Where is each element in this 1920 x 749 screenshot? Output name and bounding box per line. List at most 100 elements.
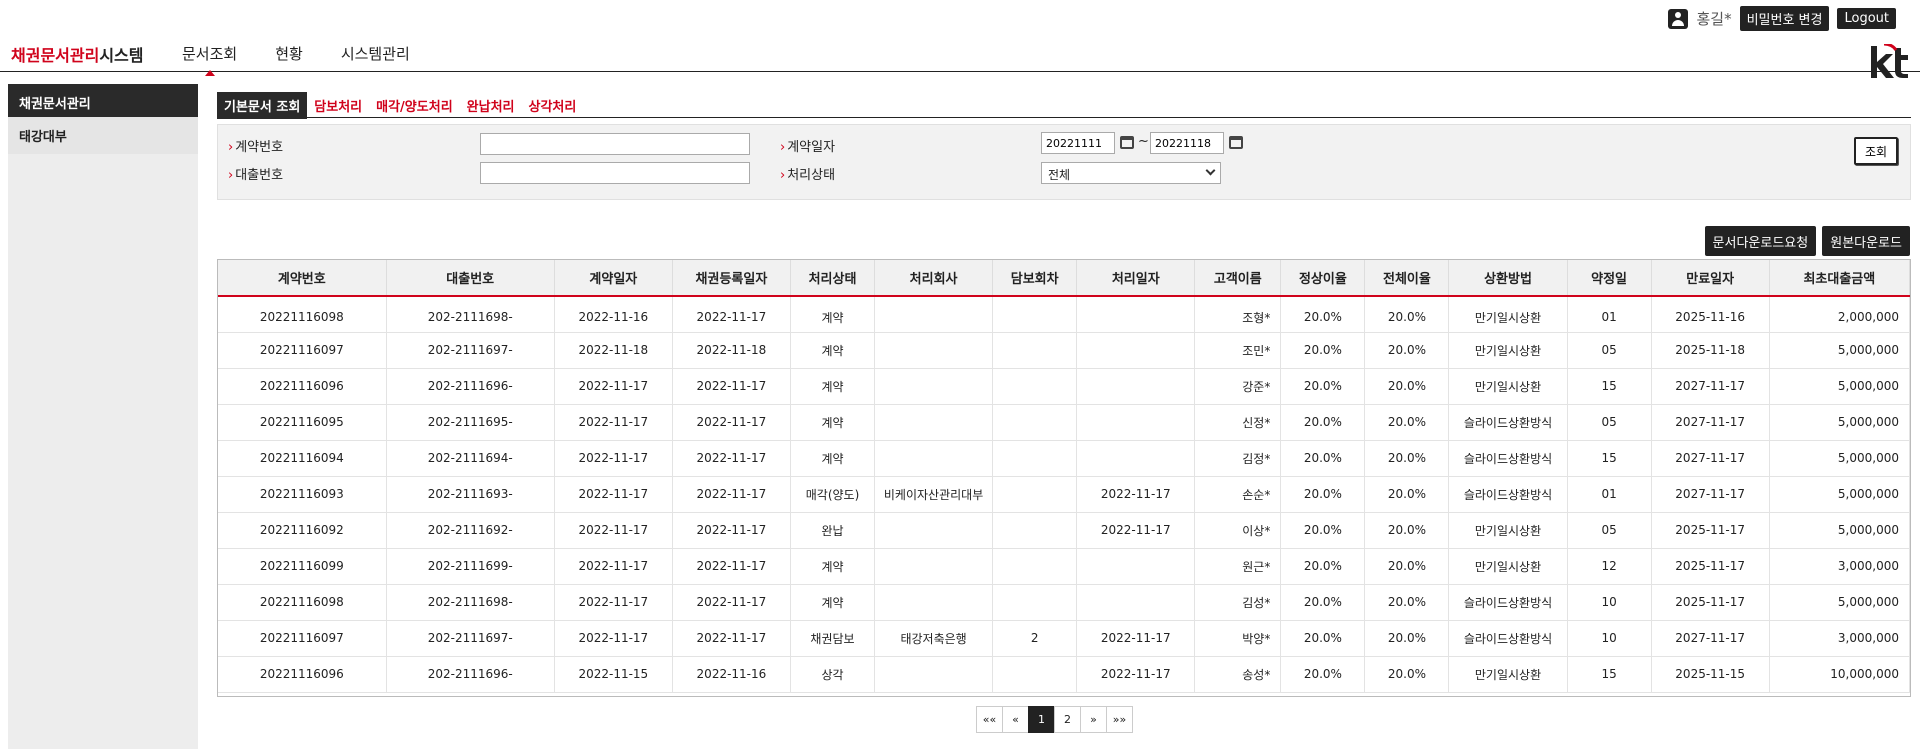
calendar-to-icon[interactable] (1229, 136, 1243, 149)
sidebar-title[interactable]: 채권문서관리 (8, 84, 198, 117)
search-button[interactable]: 조회 (1854, 137, 1898, 165)
col-expiry-date[interactable]: 만료일자 (1651, 260, 1770, 297)
table-row[interactable]: 20221116099 202-2111699- 2022-11-17 2022-11… (218, 548, 1910, 585)
tab-collateral[interactable]: 담보처리 (307, 92, 369, 119)
table-cell: 20.0% (1280, 656, 1366, 693)
table-cell (992, 296, 1078, 333)
table-cell: 계약 (790, 332, 876, 369)
page-next-button[interactable]: » (1080, 706, 1107, 733)
nav-status[interactable]: 현황 (275, 43, 303, 64)
loan-no-input[interactable] (480, 162, 750, 184)
tab-write-off[interactable]: 상각처리 (522, 92, 584, 119)
table-cell: 20221116096 (218, 656, 387, 693)
page-1-button[interactable]: 1 (1028, 706, 1055, 733)
table-cell: 강준* (1194, 368, 1282, 405)
table-cell: 20221116099 (218, 548, 387, 585)
table-row[interactable]: 20221116092 202-2111692- 2022-11-17 2022-11… (218, 512, 1910, 549)
status-select[interactable]: 전체 (1041, 162, 1221, 184)
calendar-from-icon[interactable] (1120, 136, 1134, 149)
search-panel: 계약번호 대출번호 계약일자 ~ 처리상태 전체 조회 (217, 124, 1911, 200)
col-register-date[interactable]: 채권등록일자 (672, 260, 791, 297)
col-collateral-round[interactable]: 담보회차 (992, 260, 1078, 297)
table-cell: 박양* (1194, 620, 1282, 657)
table-row[interactable]: 20221116096 202-2111696- 2022-11-17 2022-11… (218, 368, 1910, 405)
table-cell: 2022-11-17 (554, 548, 673, 585)
main-content: 기본문서 조회 담보처리 매각/양도처리 완납처리 상각처리 계약번호 대출번호… (210, 84, 1911, 749)
table-cell: 2022-11-17 (554, 620, 673, 657)
table-row[interactable]: 20221116095 202-2111695- 2022-11-17 2022-11… (218, 404, 1910, 441)
contract-date-label: 계약일자 (780, 136, 835, 155)
page-2-button[interactable]: 2 (1054, 706, 1081, 733)
table-cell: 2022-11-17 (1076, 476, 1196, 513)
table-row[interactable]: 20221116094 202-2111694- 2022-11-17 2022-11… (218, 440, 1910, 477)
table-cell: 20.0% (1364, 332, 1450, 369)
tab-full-payment[interactable]: 완납처리 (460, 92, 522, 119)
table-cell: 20.0% (1280, 440, 1366, 477)
table-cell: 5,000,000 (1769, 332, 1910, 369)
tab-sale-transfer[interactable]: 매각/양도처리 (369, 92, 460, 119)
table-cell: 계약 (790, 440, 876, 477)
date-to-input[interactable] (1150, 132, 1224, 154)
col-total-rate[interactable]: 전체이율 (1364, 260, 1450, 297)
system-logo[interactable]: 채권문서관리시스템 (11, 42, 144, 66)
table-row[interactable]: 20221116098 202-2111698- 2022-11-17 2022-11… (218, 584, 1910, 621)
page-prev-button[interactable]: « (1002, 706, 1029, 733)
table-cell: 20221116097 (218, 620, 387, 657)
table-row[interactable]: 20221116098 202-2111698- 2022-11-16 2022-11… (218, 296, 1910, 333)
col-initial-amount[interactable]: 최초대출금액 (1769, 260, 1910, 297)
col-contract-date[interactable]: 계약일자 (554, 260, 673, 297)
col-customer-name[interactable]: 고객이름 (1194, 260, 1282, 297)
table-cell: 손순* (1194, 476, 1282, 513)
col-company[interactable]: 처리회사 (874, 260, 994, 297)
table-cell: 5,000,000 (1769, 584, 1910, 621)
col-repayment[interactable]: 상환방법 (1448, 260, 1568, 297)
table-cell (992, 440, 1078, 477)
nav-system-admin[interactable]: 시스템관리 (341, 43, 410, 64)
date-from-input[interactable] (1041, 132, 1115, 154)
page-last-button[interactable]: »» (1106, 706, 1133, 733)
table-cell: 2022-11-17 (554, 476, 673, 513)
col-due-day[interactable]: 약정일 (1567, 260, 1652, 297)
date-range-tilde: ~ (1138, 134, 1149, 149)
logout-button[interactable]: Logout (1837, 8, 1896, 29)
col-status[interactable]: 처리상태 (790, 260, 876, 297)
table-row[interactable]: 20221116096 202-2111696- 2022-11-15 2022-11… (218, 656, 1910, 693)
table-cell: 슬라이드상환방식 (1448, 620, 1568, 657)
nav-document-search[interactable]: 문서조회 (182, 43, 237, 76)
user-bar: 홍길* 비밀번호 변경 Logout (1668, 6, 1896, 31)
table-cell: 2022-11-16 (672, 656, 791, 693)
table-cell: 20.0% (1280, 548, 1366, 585)
table-cell: 05 (1567, 332, 1652, 369)
contract-no-input[interactable] (480, 133, 750, 155)
table-cell: 2022-11-17 (1076, 656, 1196, 693)
col-contract-no[interactable]: 계약번호 (218, 260, 387, 297)
page-first-button[interactable]: «« (976, 706, 1003, 733)
table-cell: 2022-11-17 (672, 296, 791, 333)
table-cell (874, 404, 994, 441)
col-loan-no[interactable]: 대출번호 (386, 260, 555, 297)
contract-no-label: 계약번호 (228, 136, 283, 155)
table-cell: 2022-11-17 (672, 368, 791, 405)
table-cell: 2,000,000 (1769, 296, 1910, 333)
table-cell: 계약 (790, 296, 876, 333)
doc-download-request-button[interactable]: 문서다운로드요청 (1704, 226, 1817, 256)
col-normal-rate[interactable]: 정상이율 (1280, 260, 1366, 297)
sidebar-item-taegang[interactable]: 태강대부 (8, 117, 198, 154)
table-cell: 2022-11-17 (672, 512, 791, 549)
table-row[interactable]: 20221116097 202-2111697- 2022-11-18 2022-11… (218, 332, 1910, 369)
table-cell (1076, 368, 1196, 405)
table-cell: 20.0% (1280, 620, 1366, 657)
table-cell: 20.0% (1364, 620, 1450, 657)
table-cell (992, 404, 1078, 441)
col-process-date[interactable]: 처리일자 (1076, 260, 1196, 297)
change-password-button[interactable]: 비밀번호 변경 (1739, 6, 1830, 31)
table-cell: 계약 (790, 548, 876, 585)
tab-basic-search[interactable]: 기본문서 조회 (217, 92, 308, 119)
table-cell: 2022-11-15 (554, 656, 673, 693)
table-cell: 5,000,000 (1769, 368, 1910, 405)
table-row[interactable]: 20221116097 202-2111697- 2022-11-17 2022-11… (218, 620, 1910, 657)
table-cell (874, 656, 994, 693)
original-download-button[interactable]: 원본다운로드 (1822, 226, 1910, 256)
table-row[interactable]: 20221116093 202-2111693- 2022-11-17 2022-11… (218, 476, 1910, 513)
table-cell: 202-2111699- (386, 548, 555, 585)
